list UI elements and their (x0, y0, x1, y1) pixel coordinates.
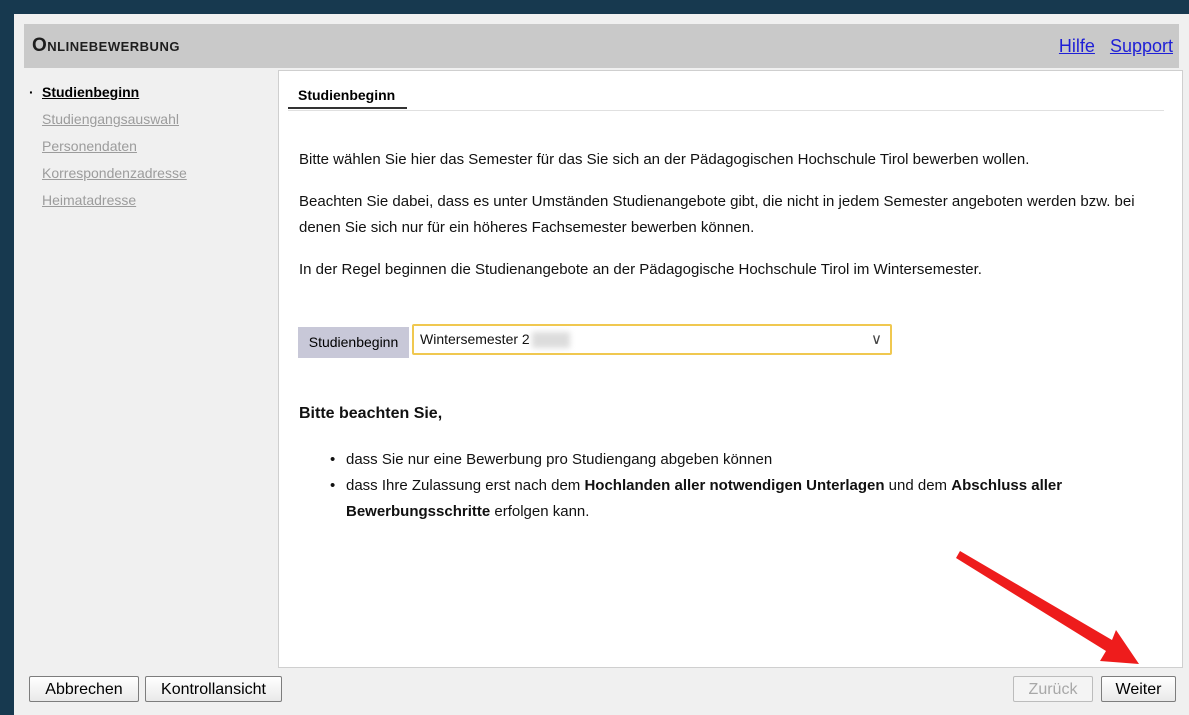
rule-paragraph: In der Regel beginnen die Studienangebot… (299, 261, 982, 278)
application-window: Onlinebewerbung Hilfe Support · Studienb… (14, 14, 1189, 715)
page-header: Onlinebewerbung Hilfe Support (24, 24, 1179, 68)
sidebar-item-studienbeginn[interactable]: · Studienbeginn (28, 84, 278, 111)
active-bullet: · (29, 84, 34, 100)
intro-paragraph: Bitte wählen Sie hier das Semester für d… (299, 151, 1030, 168)
sidebar-item-label: Studienbeginn (42, 84, 140, 100)
sidebar-item-label: Heimatadresse (42, 192, 137, 208)
list-item-text: erfolgen kann. (490, 503, 590, 520)
bullet-icon: • (330, 451, 336, 468)
list-item-text: und dem (884, 477, 952, 494)
back-button[interactable]: Zurück (1013, 676, 1093, 702)
content-panel: Studienbeginn Bitte wählen Sie hier das … (288, 85, 1164, 571)
note-title: Bitte beachten Sie, (299, 405, 443, 422)
list-item-emphasis: Hochlanden aller notwendigen Unterlagen (584, 477, 885, 494)
next-button[interactable]: Weiter (1101, 676, 1176, 702)
tab-divider (288, 110, 1164, 111)
note-list: • dass Sie nur eine Bewerbung pro Studie… (330, 447, 1130, 525)
notice-paragraph: Beachten Sie dabei, dass es unter Umstän… (299, 193, 1135, 236)
help-link[interactable]: Hilfe (1059, 36, 1095, 56)
sidebar-nav: · Studienbeginn Studiengangsauswahl Pers… (28, 84, 278, 219)
sidebar-item-korrespondenzadresse: Korrespondenzadresse (28, 165, 278, 192)
sidebar-item-label: Personendaten (42, 138, 137, 154)
support-link[interactable]: Support (1110, 36, 1173, 56)
sidebar-item-label: Studiengangsauswahl (42, 111, 179, 127)
cancel-button[interactable]: Abbrechen (29, 676, 139, 702)
studienbeginn-field-label: Studienbeginn (298, 327, 409, 358)
studienbeginn-select[interactable]: Wintersemester 2 ∨ (412, 324, 892, 355)
list-item-text: dass Ihre Zulassung erst nach dem (346, 477, 585, 494)
list-item: • dass Ihre Zulassung erst nach dem Hoch… (330, 473, 1130, 525)
select-value: Wintersemester 2 (420, 331, 530, 347)
sidebar-item-studiengangsauswahl: Studiengangsauswahl (28, 111, 278, 138)
main-panel: Studienbeginn Bitte wählen Sie hier das … (278, 70, 1183, 668)
control-view-button[interactable]: Kontrollansicht (145, 676, 282, 702)
list-item: • dass Sie nur eine Bewerbung pro Studie… (330, 447, 1130, 473)
chevron-down-icon: ∨ (871, 331, 882, 348)
tab-studienbeginn[interactable]: Studienbeginn (288, 85, 408, 109)
sidebar-item-personendaten: Personendaten (28, 138, 278, 165)
redacted-value (531, 332, 570, 349)
sidebar-item-heimatadresse: Heimatadresse (28, 192, 278, 219)
app-title: Onlinebewerbung (32, 35, 180, 56)
header-links: Hilfe Support (1049, 36, 1173, 57)
bullet-icon: • (330, 477, 336, 494)
list-item-text: dass Sie nur eine Bewerbung pro Studieng… (346, 451, 773, 468)
sidebar-item-label: Korrespondenzadresse (42, 165, 187, 181)
